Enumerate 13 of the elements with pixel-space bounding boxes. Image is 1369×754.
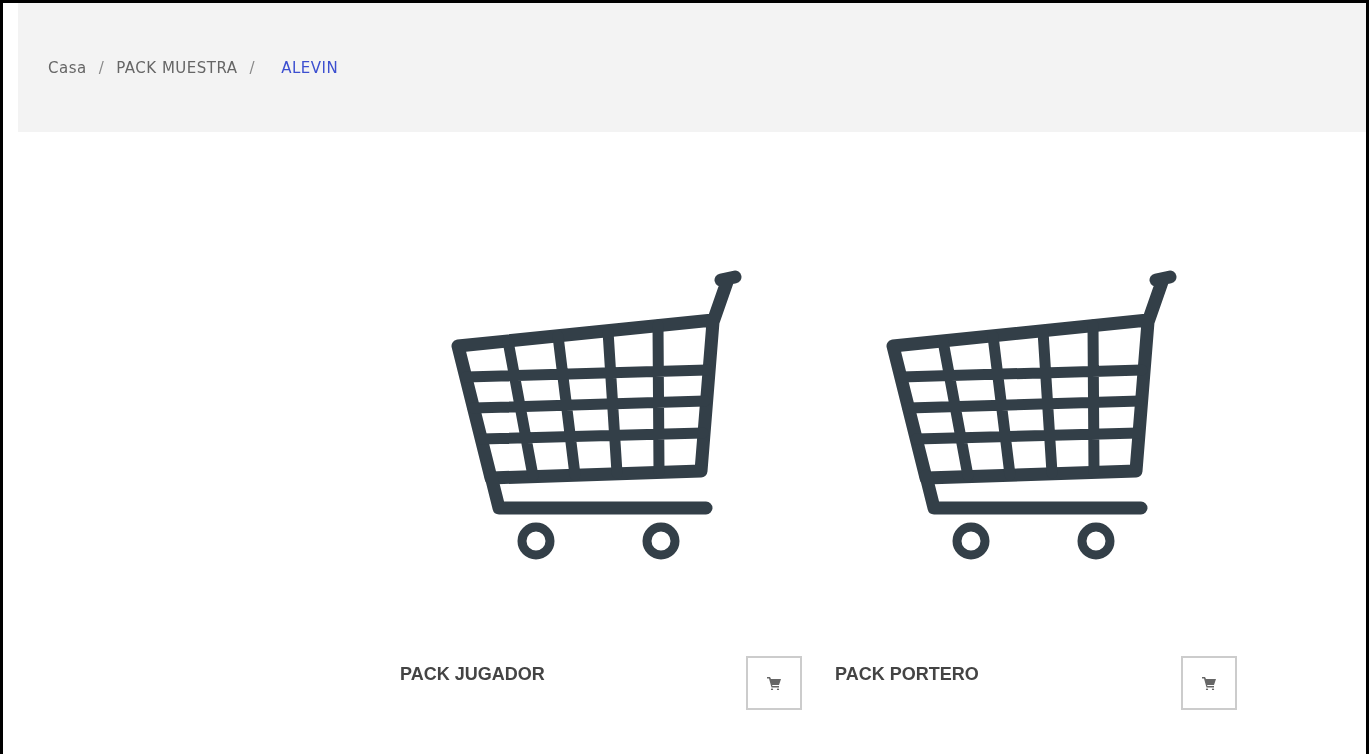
shopping-cart-icon xyxy=(451,270,742,560)
add-to-cart-button[interactable] xyxy=(746,656,802,710)
product-title: PACK JUGADOR xyxy=(400,664,545,685)
product-title: PACK PORTERO xyxy=(835,664,979,685)
breadcrumb-link[interactable]: Casa xyxy=(48,58,87,77)
shopping-cart-icon xyxy=(886,270,1177,560)
breadcrumb-link[interactable]: PACK MUESTRA xyxy=(116,58,238,77)
breadcrumb-link[interactable]: ALEVIN xyxy=(281,58,339,77)
breadcrumb-separator: / xyxy=(249,58,256,77)
cart-icon xyxy=(1202,676,1216,690)
add-to-cart-button[interactable] xyxy=(1181,656,1237,710)
cart-icon xyxy=(767,676,781,690)
breadcrumb-separator: / xyxy=(98,58,105,77)
